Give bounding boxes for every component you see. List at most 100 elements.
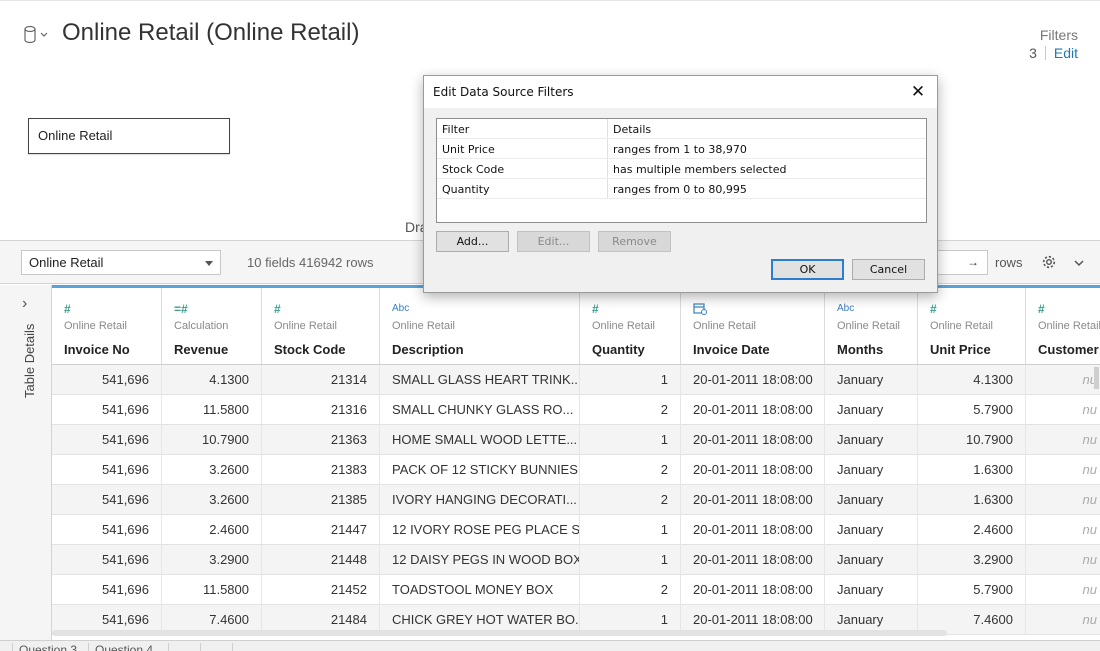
table-cell[interactable]: 21383 xyxy=(262,455,380,485)
column-header-invoice-no[interactable]: # Online Retail Invoice No xyxy=(52,288,162,365)
remove-filter-button[interactable]: Remove xyxy=(598,231,671,252)
column-name[interactable]: Customer xyxy=(1038,342,1099,357)
column-name[interactable]: Quantity xyxy=(592,342,645,357)
table-cell[interactable]: 21314 xyxy=(262,365,380,395)
number-type-icon[interactable]: # xyxy=(274,302,281,316)
table-cell[interactable]: 2.4600 xyxy=(162,515,262,545)
column-header-invoice-date[interactable]: Online Retail Invoice Date xyxy=(681,288,825,365)
table-cell[interactable]: PACK OF 12 STICKY BUNNIES xyxy=(380,455,580,485)
table-cell[interactable]: nu xyxy=(1026,485,1100,515)
table-cell[interactable]: nu xyxy=(1026,515,1100,545)
table-card-online-retail[interactable]: Online Retail xyxy=(28,118,230,154)
calculated-number-type-icon[interactable]: =# xyxy=(174,302,188,316)
table-cell[interactable]: 10.7900 xyxy=(162,425,262,455)
string-type-icon[interactable]: Abc xyxy=(837,303,854,314)
table-cell[interactable]: 12 IVORY ROSE PEG PLACE S... xyxy=(380,515,580,545)
table-cell[interactable]: nu xyxy=(1026,455,1100,485)
table-cell[interactable]: nu xyxy=(1026,605,1100,635)
column-name[interactable]: Description xyxy=(392,342,464,357)
filter-row-stock-code[interactable]: Stock Code has multiple members selected xyxy=(437,159,926,179)
table-cell[interactable]: 21452 xyxy=(262,575,380,605)
table-cell[interactable]: 1 xyxy=(580,515,681,545)
table-cell[interactable]: 2 xyxy=(580,575,681,605)
table-cell[interactable]: 20-01-2011 18:08:00 xyxy=(681,545,825,575)
table-cell[interactable]: 2 xyxy=(580,455,681,485)
table-cell[interactable]: 2.4600 xyxy=(918,515,1026,545)
table-cell[interactable]: SMALL GLASS HEART TRINK... xyxy=(380,365,580,395)
column-header-quantity[interactable]: # Online Retail Quantity xyxy=(580,288,681,365)
table-cell[interactable]: SMALL CHUNKY GLASS RO... xyxy=(380,395,580,425)
data-source-title[interactable]: Online Retail (Online Retail) xyxy=(62,19,359,47)
table-cell[interactable]: 1.6300 xyxy=(918,485,1026,515)
table-cell[interactable]: 541,696 xyxy=(52,545,162,575)
table-cell[interactable]: 20-01-2011 18:08:00 xyxy=(681,485,825,515)
table-row[interactable]: 541,696 3.2900 21448 12 DAISY PEGS IN WOOD … xyxy=(52,545,1100,575)
table-cell[interactable]: 20-01-2011 18:08:00 xyxy=(681,425,825,455)
table-cell[interactable]: January xyxy=(825,515,918,545)
edit-filter-button[interactable]: Edit... xyxy=(517,231,590,252)
table-cell[interactable]: 21447 xyxy=(262,515,380,545)
table-row[interactable]: 541,696 11.5800 21452 TOADSTOOL MONEY BOX 2 2… xyxy=(52,575,1100,605)
table-cell[interactable]: 20-01-2011 18:08:00 xyxy=(681,395,825,425)
table-row[interactable]: 541,696 4.1300 21314 SMALL GLASS HEART TRIN… xyxy=(52,365,1100,395)
table-cell[interactable]: 20-01-2011 18:08:00 xyxy=(681,575,825,605)
table-select-dropdown[interactable]: Online Retail xyxy=(21,250,221,275)
sheet-tab[interactable]: Question 3 xyxy=(12,643,83,651)
column-name[interactable]: Stock Code xyxy=(274,342,346,357)
table-cell[interactable]: 1 xyxy=(580,425,681,455)
table-cell[interactable]: 2 xyxy=(580,485,681,515)
table-cell[interactable]: 541,696 xyxy=(52,365,162,395)
table-cell[interactable]: 20-01-2011 18:08:00 xyxy=(681,455,825,485)
table-cell[interactable]: 21448 xyxy=(262,545,380,575)
table-details-label[interactable]: Table Details xyxy=(22,324,37,398)
vertical-scrollbar[interactable] xyxy=(1094,367,1099,389)
table-cell[interactable]: 21385 xyxy=(262,485,380,515)
edit-filters-link[interactable]: Edit xyxy=(1054,45,1078,61)
table-cell[interactable]: 20-01-2011 18:08:00 xyxy=(681,515,825,545)
table-cell[interactable]: 541,696 xyxy=(52,425,162,455)
table-cell[interactable]: January xyxy=(825,395,918,425)
table-cell[interactable]: 11.5800 xyxy=(162,575,262,605)
column-name[interactable]: Months xyxy=(837,342,883,357)
table-row[interactable]: 541,696 3.2600 21385 IVORY HANGING DECORATI… xyxy=(52,485,1100,515)
new-worksheet-icon[interactable] xyxy=(168,643,192,651)
table-cell[interactable]: nu xyxy=(1026,365,1100,395)
table-cell[interactable]: January xyxy=(825,575,918,605)
table-cell[interactable]: 1 xyxy=(580,545,681,575)
table-cell[interactable]: nu xyxy=(1026,545,1100,575)
column-name[interactable]: Invoice Date xyxy=(693,342,770,357)
table-cell[interactable]: 2 xyxy=(580,395,681,425)
add-filter-button[interactable]: Add... xyxy=(436,231,509,252)
table-cell[interactable]: 3.2900 xyxy=(918,545,1026,575)
column-header-description[interactable]: Abc Online Retail Description xyxy=(380,288,580,365)
column-header-stock-code[interactable]: # Online Retail Stock Code xyxy=(262,288,380,365)
table-cell[interactable]: January xyxy=(825,455,918,485)
filter-row-quantity[interactable]: Quantity ranges from 0 to 80,995 xyxy=(437,179,926,199)
table-cell[interactable]: 4.1300 xyxy=(162,365,262,395)
table-cell[interactable]: 10.7900 xyxy=(918,425,1026,455)
date-type-icon[interactable] xyxy=(693,302,707,318)
table-cell[interactable]: HOME SMALL WOOD LETTE... xyxy=(380,425,580,455)
table-cell[interactable]: nu xyxy=(1026,425,1100,455)
table-cell[interactable]: 5.7900 xyxy=(918,575,1026,605)
gear-icon[interactable] xyxy=(1041,254,1057,270)
horizontal-scrollbar[interactable] xyxy=(52,630,947,636)
ok-button[interactable]: OK xyxy=(771,259,844,280)
table-cell[interactable]: TOADSTOOL MONEY BOX xyxy=(380,575,580,605)
database-icon[interactable] xyxy=(22,25,52,45)
new-dashboard-icon[interactable] xyxy=(200,643,224,651)
number-type-icon[interactable]: # xyxy=(1038,302,1045,316)
close-icon[interactable]: ✕ xyxy=(907,81,929,103)
table-row[interactable]: 541,696 2.4600 21447 12 IVORY ROSE PEG PLAC… xyxy=(52,515,1100,545)
table-cell[interactable]: 20-01-2011 18:08:00 xyxy=(681,365,825,395)
table-cell[interactable]: 11.5800 xyxy=(162,395,262,425)
column-header-unit-price[interactable]: # Online Retail Unit Price xyxy=(918,288,1026,365)
table-cell[interactable]: 3.2600 xyxy=(162,455,262,485)
table-row[interactable]: 541,696 10.7900 21363 HOME SMALL WOOD LETTE… xyxy=(52,425,1100,455)
number-type-icon[interactable]: # xyxy=(592,302,599,316)
number-type-icon[interactable]: # xyxy=(64,302,71,316)
table-cell[interactable]: 3.2900 xyxy=(162,545,262,575)
filter-row-unit-price[interactable]: Unit Price ranges from 1 to 38,970 xyxy=(437,139,926,159)
table-cell[interactable]: nu xyxy=(1026,575,1100,605)
table-row[interactable]: 541,696 11.5800 21316 SMALL CHUNKY GLASS RO… xyxy=(52,395,1100,425)
